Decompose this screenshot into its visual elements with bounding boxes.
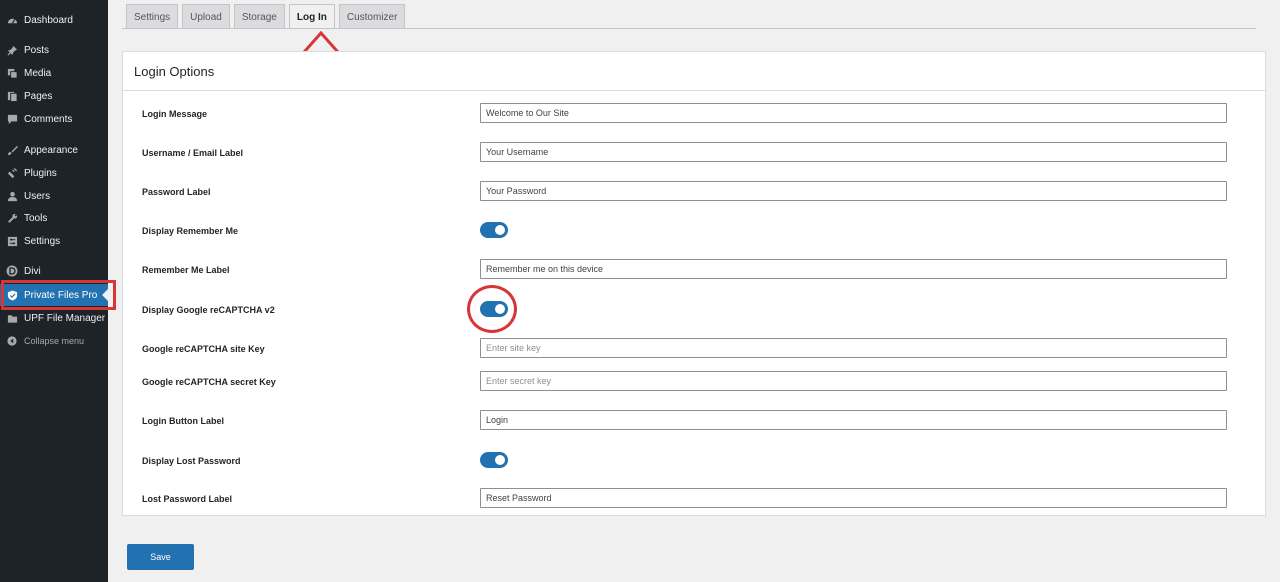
username-label-input[interactable] [480, 142, 1227, 162]
recaptcha-site-key-input[interactable] [480, 338, 1227, 358]
lost-password-label-input[interactable] [480, 488, 1227, 508]
display-remember-me-toggle[interactable] [480, 222, 508, 238]
menu-item-tools[interactable]: Tools [0, 207, 108, 229]
remember-me-label: Remember Me Label [142, 265, 230, 275]
recaptcha-secret-key-input[interactable] [480, 371, 1227, 391]
login-button-label-input[interactable] [480, 410, 1227, 430]
menu-item-plugins[interactable]: Plugins [0, 162, 108, 184]
login-options-panel: Login Options Login Message Username / E… [122, 51, 1266, 516]
divi-icon [0, 265, 24, 277]
menu-item-users[interactable]: Users [0, 185, 108, 207]
pin-icon [0, 45, 24, 56]
username-email-label: Username / Email Label [142, 148, 244, 158]
menu-item-settings[interactable]: Settings [0, 230, 108, 252]
media-icon [0, 68, 24, 79]
tab-log-in[interactable]: Log In [288, 4, 335, 29]
user-icon [0, 191, 24, 202]
brush-icon [0, 145, 24, 156]
menu-item-dashboard[interactable]: Dashboard [0, 9, 108, 31]
tab-customizer[interactable]: Customizer [338, 4, 406, 29]
tab-storage[interactable]: Storage [233, 4, 285, 29]
recaptcha-site-key-label: Google reCAPTCHA site Key [142, 344, 265, 354]
panel-title: Login Options [123, 52, 1265, 91]
tab-bar: Settings Upload Storage Log In Customize… [126, 4, 406, 29]
collapse-icon [0, 336, 24, 346]
menu-item-divi[interactable]: Divi [0, 260, 108, 282]
recaptcha-secret-key-label: Google reCAPTCHA secret Key [142, 377, 276, 387]
folder-icon [0, 313, 24, 324]
current-menu-arrow [102, 289, 108, 301]
toggle-knob [495, 304, 505, 314]
settings-icon [0, 236, 24, 247]
pages-icon [0, 91, 24, 102]
dashboard-icon [0, 15, 24, 26]
display-recaptcha-toggle[interactable] [480, 301, 508, 317]
tab-upload[interactable]: Upload [182, 4, 230, 29]
display-remember-me-label: Display Remember Me [142, 226, 239, 236]
menu-item-appearance[interactable]: Appearance [0, 139, 108, 161]
login-message-label: Login Message [142, 109, 208, 119]
password-label: Password Label [142, 187, 211, 197]
menu-item-comments[interactable]: Comments [0, 108, 108, 130]
menu-item-media[interactable]: Media [0, 62, 108, 84]
collapse-menu-button[interactable]: Collapse menu [0, 330, 108, 352]
display-recaptcha-label: Display Google reCAPTCHA v2 [142, 305, 275, 315]
menu-item-upf-file-manager[interactable]: UPF File Manager [0, 307, 108, 329]
remember-me-label-input[interactable] [480, 259, 1227, 279]
tabs-divider [122, 28, 1256, 29]
wrench-icon [0, 213, 24, 224]
comment-icon [0, 114, 24, 125]
plug-icon [0, 167, 24, 179]
tab-settings[interactable]: Settings [126, 4, 179, 29]
login-button-label: Login Button Label [142, 416, 224, 426]
display-lost-password-label: Display Lost Password [142, 456, 241, 466]
shield-icon [0, 289, 24, 301]
admin-sidebar: Dashboard Posts Media Pages Comments App… [0, 0, 108, 582]
password-label-input[interactable] [480, 181, 1227, 201]
save-button[interactable]: Save [127, 544, 194, 570]
menu-item-private-files-pro[interactable]: Private Files Pro [0, 284, 108, 306]
toggle-knob [495, 455, 505, 465]
display-lost-password-toggle[interactable] [480, 452, 508, 468]
menu-item-pages[interactable]: Pages [0, 85, 108, 107]
lost-password-label: Lost Password Label [142, 494, 233, 504]
login-message-input[interactable] [480, 103, 1227, 123]
toggle-knob [495, 225, 505, 235]
menu-item-posts[interactable]: Posts [0, 39, 108, 61]
